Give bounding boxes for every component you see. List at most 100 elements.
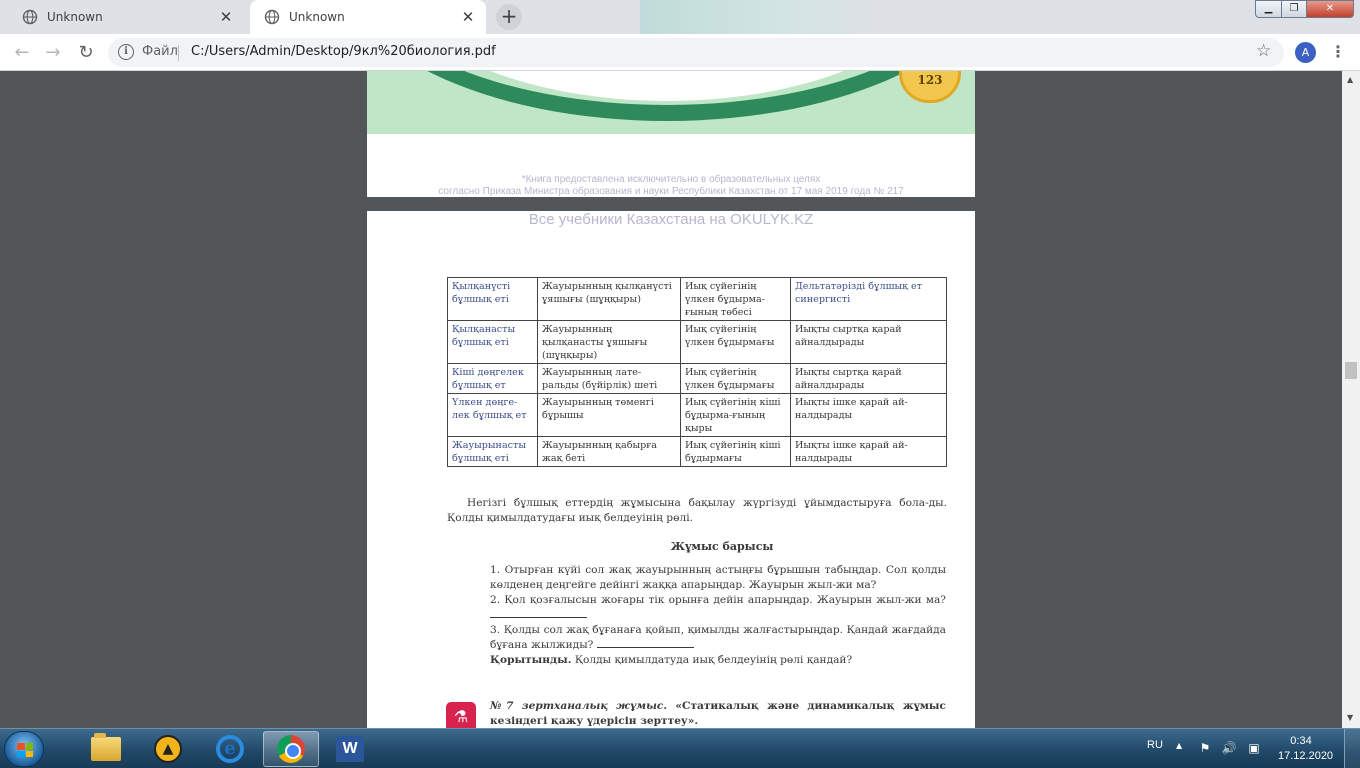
muscles-table: Қылқанүсті бұлшық еті Жауырынның қылқанү… <box>447 277 947 467</box>
tab-unknown-1[interactable]: Unknown ✕ <box>8 0 244 34</box>
table-cell: Иық сүйегінің үлкен бұдырмағы <box>680 363 791 394</box>
table-cell: Жауырынның лате-ральды (бүйірлік) шеті <box>537 363 681 394</box>
step-2: 2. Қол қозғалысын жоғары тік орынға дейі… <box>490 593 946 623</box>
globe-icon <box>22 9 38 25</box>
tab-unknown-2[interactable]: Unknown ✕ <box>250 0 486 34</box>
taskbar-word-button[interactable]: W <box>322 731 378 767</box>
internet-explorer-icon: e <box>216 735 244 763</box>
table-cell: Кіші дөңгелек бұлшық ет <box>447 363 538 394</box>
address-scheme-label: Файл <box>142 44 178 59</box>
tab-title: Unknown <box>47 10 103 24</box>
background-decoration <box>640 0 880 34</box>
start-button[interactable] <box>4 731 44 767</box>
table-cell: Иық сүйегінің үлкен бұдырмағы <box>680 320 791 364</box>
pdf-page-current: Все учебники Казахстана на OKULYK.KZ Қыл… <box>367 211 975 728</box>
table-cell: Иық сүйегінің үлкен бұдырма-ғының төбесі <box>680 277 791 321</box>
chrome-icon <box>277 735 305 763</box>
browser-toolbar: ← → ↻ i Файл C:/Users/Admin/Desktop/9кл%… <box>0 34 1360 71</box>
taskbar-ie-button[interactable]: e <box>202 731 258 767</box>
lab-flask-icon: ⚗ <box>446 702 476 728</box>
step-3-text: 3. Қолды сол жақ бұғанаға қойып, қимылды… <box>490 624 946 651</box>
answer-blank-line <box>596 638 694 648</box>
table-row: Үлкен дөңге-лек бұлшық ет Жауырынның төм… <box>447 393 947 437</box>
profile-avatar[interactable]: A <box>1295 42 1316 63</box>
close-window-button[interactable]: ✕ <box>1306 0 1354 18</box>
folder-icon <box>91 733 121 761</box>
scroll-down-icon[interactable]: ▼ <box>1347 713 1353 722</box>
taskbar-chrome-button[interactable] <box>263 731 319 767</box>
watermark-text: Все учебники Казахстана на OKULYK.KZ <box>528 211 814 228</box>
table-cell: Иықты ішке қарай ай-налдырады <box>790 393 947 437</box>
taskbar-explorer-button[interactable] <box>78 731 134 767</box>
star-icon[interactable]: ☆ <box>1256 41 1271 61</box>
clock-date: 17.12.2020 <box>1278 750 1334 762</box>
scroll-up-icon[interactable]: ▲ <box>1347 75 1353 84</box>
conclusion-label: Қорытынды. <box>490 654 572 666</box>
show-desktop-button[interactable] <box>1344 729 1360 768</box>
tab-close-icon[interactable]: ✕ <box>218 9 234 25</box>
address-bar[interactable]: i Файл C:/Users/Admin/Desktop/9кл%20биол… <box>108 38 1284 67</box>
action-center-flag-icon[interactable]: ⚑ <box>1197 740 1213 756</box>
network-icon[interactable]: ▣ <box>1246 740 1262 756</box>
step-2-text: 2. Қол қозғалысын жоғары тік орынға дейі… <box>490 594 946 606</box>
table-cell: Жауырынның қылқанүсті ұяшығы (шұңқыры) <box>537 277 681 321</box>
table-cell: Иық сүйегінің кіші бұдырмағы <box>680 436 791 467</box>
windows-taskbar: ▲ e W RU ▲ ⚑ 🔊 ▣ 0:34 17.12.2020 <box>0 728 1360 768</box>
table-cell: Иықты сыртқа қарай айналдырады <box>790 320 947 364</box>
globe-icon <box>264 9 280 25</box>
scrollbar-thumb[interactable] <box>1345 362 1357 379</box>
notice-line-1: *Книга предоставлена исключительно в обр… <box>521 174 821 185</box>
table-cell: Жауырынның қабырға жақ беті <box>537 436 681 467</box>
table-cell: Дельтатәріздi бұлшық ет синергисті <box>790 277 947 321</box>
table-cell: Жауырынның төменгі бұрышы <box>537 393 681 437</box>
address-url[interactable]: C:/Users/Admin/Desktop/9кл%20биология.pd… <box>191 44 496 59</box>
table-cell: Жауырынның қылқанасты ұяшығы (шұңқыры) <box>537 320 681 364</box>
table-cell: Иықты ішке қарай ай-налдырады <box>790 436 947 467</box>
table-cell: Қылқанүсті бұлшық еті <box>447 277 538 321</box>
kebab-menu-icon[interactable]: ⋮ <box>1330 41 1346 63</box>
table-row: Кіші дөңгелек бұлшық ет Жауырынның лате-… <box>447 363 947 394</box>
table-row: Қылқанасты бұлшық еті Жауырынның қылқана… <box>447 320 947 364</box>
info-icon[interactable]: i <box>118 44 134 60</box>
table-cell: Қылқанасты бұлшық еті <box>447 320 538 364</box>
language-indicator[interactable]: RU <box>1147 739 1163 751</box>
table-cell: Жауырынасты бұлшық еті <box>447 436 538 467</box>
lab-label: №7 зертханалық жұмыс. <box>490 700 668 712</box>
table-cell: Үлкен дөңге-лек бұлшық ет <box>447 393 538 437</box>
conclusion-text: Қолды қимылдатуда иық белдеуінің рөлі қа… <box>574 654 853 666</box>
clock-time: 0:34 <box>1290 735 1312 747</box>
tab-strip: Unknown ✕ Unknown ✕ + ▁ ❐ ✕ <box>0 0 1360 34</box>
warning-triangle-icon: ▲ <box>154 735 182 763</box>
show-hidden-icons-icon[interactable]: ▲ <box>1176 741 1182 750</box>
reload-icon[interactable]: ↻ <box>73 40 99 66</box>
taskbar-warning-app-button[interactable]: ▲ <box>140 731 196 767</box>
section-heading: Жұмыс барысы <box>670 540 774 553</box>
conclusion: Қорытынды. Қолды қимылдатуда иық белдеуі… <box>490 653 946 668</box>
intro-paragraph: Негізгі бұлшық еттердің жұмысына бақылау… <box>447 497 947 524</box>
word-icon: W <box>336 736 364 762</box>
address-separator <box>178 45 179 61</box>
minimize-button[interactable]: ▁ <box>1255 0 1282 18</box>
work-steps: 1. Отырған күйі сол жақ жауырынның астың… <box>490 563 946 668</box>
vertical-scrollbar[interactable]: ▲ ▼ <box>1342 71 1360 728</box>
table-cell: Иықты сыртқа қарай айналдырады <box>790 363 947 394</box>
pdf-page-previous: 123 *Книга предоставлена исключительно в… <box>367 71 975 197</box>
back-arrow-icon[interactable]: ← <box>9 40 35 66</box>
step-3: 3. Қолды сол жақ бұғанаға қойып, қимылды… <box>490 623 946 653</box>
volume-icon[interactable]: 🔊 <box>1221 740 1237 756</box>
tab-title: Unknown <box>289 10 345 24</box>
new-tab-button[interactable]: + <box>496 4 522 30</box>
tab-close-icon[interactable]: ✕ <box>460 9 476 25</box>
forward-arrow-icon[interactable]: → <box>40 40 66 66</box>
table-cell: Иық сүйегінің кіші бұдырма-ғының қыры <box>680 393 791 437</box>
answer-blank-line <box>490 608 587 618</box>
table-row: Қылқанүсті бұлшық еті Жауырынның қылқанү… <box>447 277 947 321</box>
pdf-viewer[interactable]: 123 *Книга предоставлена исключительно в… <box>0 71 1342 728</box>
maximize-button[interactable]: ❐ <box>1281 0 1307 18</box>
step-1-text: 1. Отырған күйі сол жақ жауырынның астың… <box>490 564 946 591</box>
page-decoration-band <box>367 71 975 134</box>
system-clock[interactable]: 0:34 17.12.2020 <box>1278 734 1334 764</box>
notice-line-2: согласно Приказа Министра образования и … <box>438 186 904 197</box>
lab-work-title: №7 зертханалық жұмыс. «Статикалық және д… <box>490 699 946 728</box>
table-row: Жауырынасты бұлшық еті Жауырынның қабырғ… <box>447 436 947 467</box>
